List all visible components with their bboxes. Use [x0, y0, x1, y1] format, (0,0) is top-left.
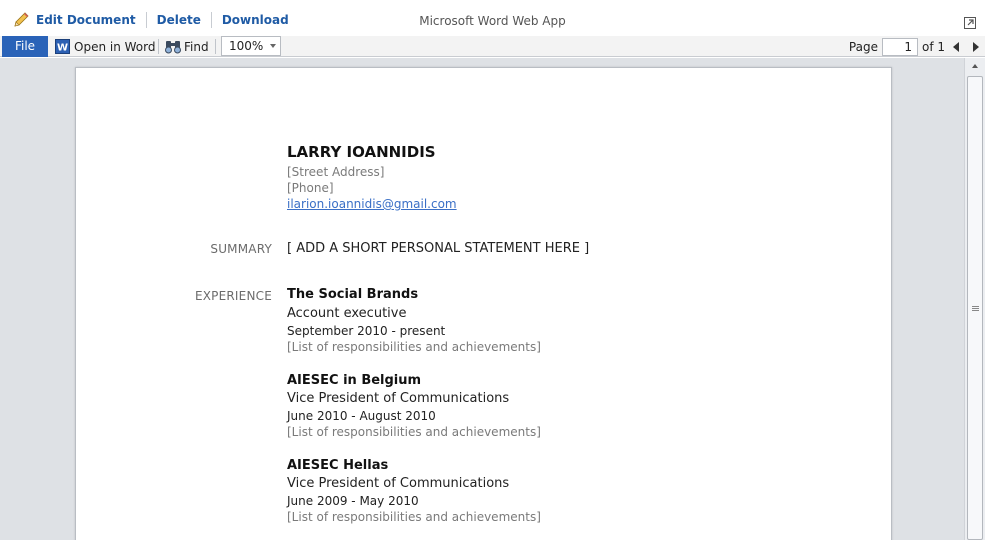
zoom-select[interactable]: 100%	[221, 36, 281, 56]
document-viewer: LARRY IOANNIDIS [Street Address] [Phone]…	[0, 58, 964, 540]
toolbar: File W Open in Word Find 100% Page 1 of …	[0, 36, 985, 57]
top-bar: Edit Document Delete Download Microsoft …	[0, 0, 985, 36]
file-button[interactable]: File	[2, 36, 48, 57]
open-in-word-label: Open in Word	[74, 39, 156, 54]
word-icon: W	[55, 39, 70, 54]
grip-line	[972, 310, 979, 311]
vertical-scrollbar[interactable]	[964, 58, 985, 540]
experience-details: [List of responsibilities and achievemen…	[287, 340, 541, 354]
experience-company: AIESEC Hellas	[287, 458, 389, 473]
chevron-down-icon	[270, 44, 276, 48]
scroll-thumb[interactable]	[967, 76, 983, 540]
experience-details: [List of responsibilities and achievemen…	[287, 425, 541, 439]
experience-role: Vice President of Communications	[287, 391, 510, 406]
svg-text:W: W	[57, 43, 68, 54]
experience-company: The Social Brands	[287, 287, 419, 302]
experience-dates: June 2009 - May 2010	[287, 494, 419, 508]
find-icon	[165, 40, 181, 53]
divider	[215, 39, 216, 54]
experience-role: Account executive	[287, 306, 407, 321]
document-page: LARRY IOANNIDIS [Street Address] [Phone]…	[75, 67, 892, 540]
find-button[interactable]: Find	[165, 36, 209, 57]
experience-dates: September 2010 - present	[287, 324, 446, 338]
email-link[interactable]: ilarion.ioannidis@gmail.com	[287, 197, 457, 211]
next-page-icon[interactable]	[973, 41, 979, 52]
page-navigator: Page 1 of 1	[849, 36, 979, 57]
experience-dates: June 2010 - August 2010	[287, 409, 436, 423]
zoom-value: 100%	[229, 39, 264, 53]
prev-page-icon[interactable]	[953, 41, 959, 52]
summary-text: [ ADD A SHORT PERSONAL STATEMENT HERE ]	[287, 241, 590, 256]
scroll-up-button[interactable]	[965, 58, 985, 75]
street-address: [Street Address]	[287, 165, 385, 179]
find-label: Find	[184, 39, 209, 54]
grip-line	[972, 308, 979, 309]
popout-icon[interactable]	[964, 17, 976, 29]
experience-label: EXPERIENCE	[194, 289, 272, 303]
experience-details: [List of responsibilities and achievemen…	[287, 510, 541, 524]
app-title: Microsoft Word Web App	[419, 14, 566, 28]
scroll-up-icon	[972, 64, 978, 68]
page-label: Page	[848, 39, 878, 54]
divider	[158, 39, 159, 54]
summary-label: SUMMARY	[210, 242, 272, 256]
open-in-word-button[interactable]: W Open in Word	[55, 36, 155, 57]
resume-name: LARRY IOANNIDIS	[287, 143, 436, 161]
experience-company: AIESEC in Belgium	[287, 373, 422, 388]
phone: [Phone]	[287, 181, 334, 195]
page-number-input[interactable]: 1	[881, 37, 918, 56]
page-total: of 1	[921, 39, 945, 54]
experience-role: Vice President of Communications	[287, 476, 510, 491]
grip-line	[972, 306, 979, 307]
